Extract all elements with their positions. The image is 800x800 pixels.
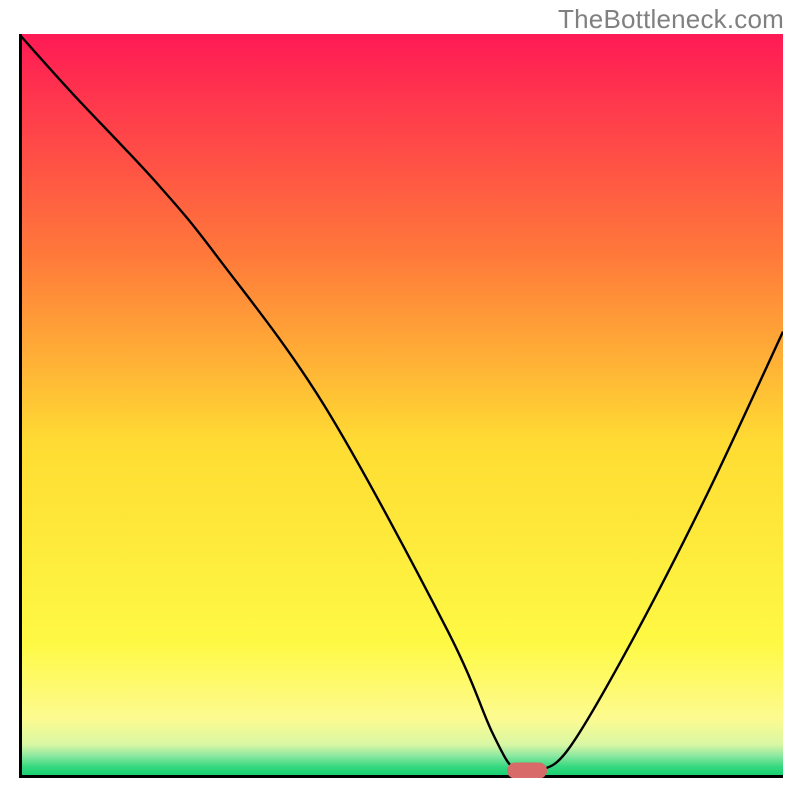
watermark-text: TheBottleneck.com xyxy=(558,4,784,35)
chart-container: TheBottleneck.com xyxy=(0,0,800,800)
gradient-background xyxy=(19,34,783,778)
optimal-point-marker xyxy=(507,763,547,778)
plot-area xyxy=(19,34,783,778)
chart-svg xyxy=(19,34,783,778)
optimal-point xyxy=(507,763,547,778)
